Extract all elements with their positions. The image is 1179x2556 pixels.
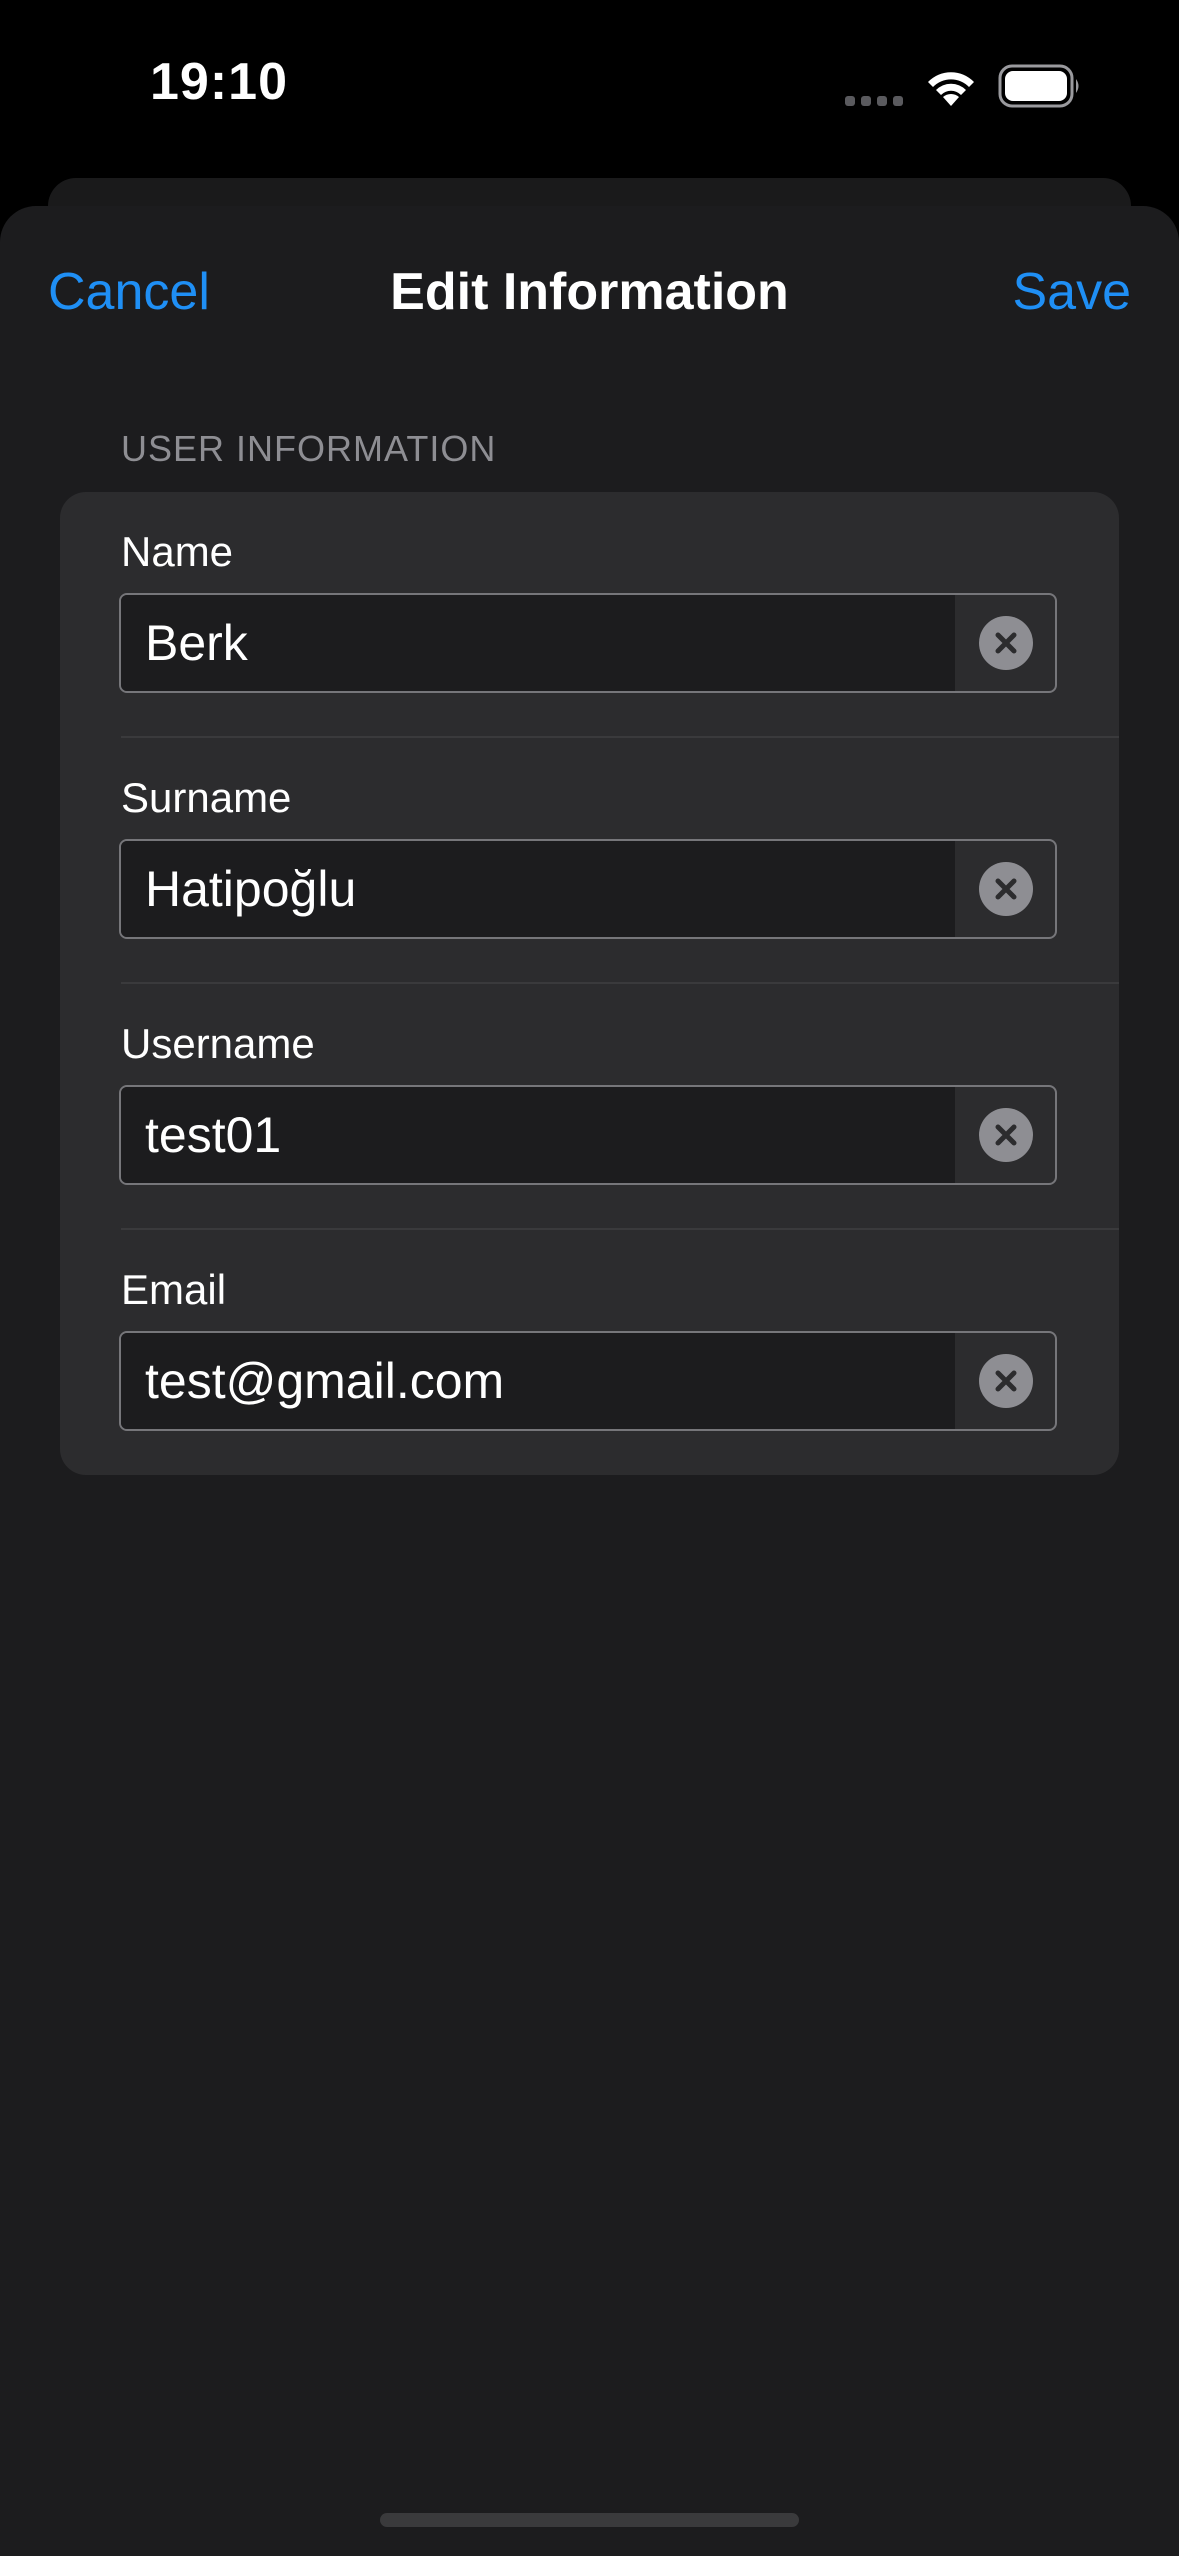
email-clear-button[interactable] [979,1354,1033,1408]
email-field[interactable]: test@gmail.com [119,1331,1057,1431]
username-label: Username [121,1020,315,1067]
home-indicator[interactable] [380,2513,799,2527]
username-clear-button[interactable] [979,1108,1033,1162]
status-bar: 19:10 [0,0,1179,175]
name-label: Name [121,528,234,575]
email-input[interactable]: test@gmail.com [145,1333,504,1429]
wifi-icon [928,72,974,106]
clear-icon [995,632,1017,654]
username-field[interactable]: test01 [119,1085,1057,1185]
username-row: Username test01 [60,984,1119,1230]
surname-row: Surname Hatipoğlu [60,738,1119,984]
email-label: Email [121,1266,227,1313]
battery-icon [998,64,1079,108]
save-button[interactable]: Save [1012,262,1131,322]
signal-dots-icon [845,96,903,106]
email-row: Email test@gmail.com [60,1230,1119,1475]
name-clear-button[interactable] [979,616,1033,670]
page-title: Edit Information [390,263,789,321]
section-header: USER INFORMATION [121,428,497,469]
name-field[interactable]: Berk [119,593,1057,693]
user-information-card: Name Berk Surname Hatipoğlu Username tes… [60,492,1119,1475]
username-input[interactable]: test01 [145,1087,281,1183]
status-time: 19:10 [150,53,288,111]
surname-clear-button[interactable] [979,862,1033,916]
surname-field[interactable]: Hatipoğlu [119,839,1057,939]
name-input[interactable]: Berk [145,595,248,691]
screen: 19:10 Cancel Edit Information Save USER … [0,0,1179,2556]
surname-input[interactable]: Hatipoğlu [145,841,356,937]
clear-icon [995,1370,1017,1392]
clear-icon [995,878,1017,900]
clear-icon [995,1124,1017,1146]
name-row: Name Berk [60,492,1119,738]
surname-label: Surname [121,774,292,821]
